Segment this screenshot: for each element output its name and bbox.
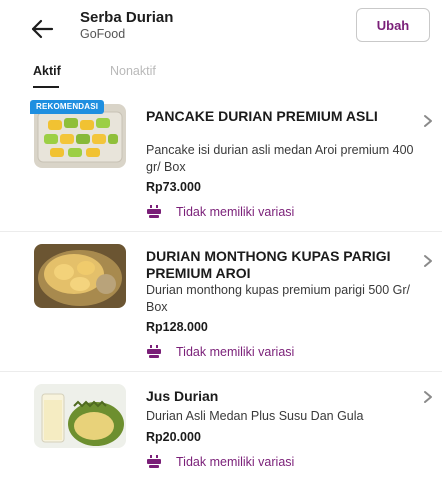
dish-icon	[147, 345, 161, 358]
active-tab-indicator	[33, 86, 59, 88]
menu-item[interactable]: REKOMENDASI PANCAKE DURIAN PREMIUM ASLI …	[0, 98, 442, 230]
product-image	[34, 244, 126, 308]
item-price: Rp20.000	[146, 430, 201, 444]
variant-info: Tidak memiliki variasi	[146, 453, 294, 471]
product-image	[34, 384, 126, 448]
item-description: Durian Asli Medan Plus Susu Dan Gula	[146, 409, 364, 423]
variant-label: Tidak memiliki variasi	[176, 345, 295, 359]
variant-info: Tidak memiliki variasi	[146, 343, 294, 361]
app-header: Serba Durian GoFood Ubah	[0, 0, 442, 52]
item-name: PANCAKE DURIAN PREMIUM ASLI	[146, 108, 378, 124]
page-subtitle: GoFood	[80, 27, 126, 41]
item-divider	[0, 371, 442, 372]
variant-label: Tidak memiliki variasi	[176, 205, 295, 219]
chevron-right-icon[interactable]	[423, 114, 433, 128]
dish-icon	[147, 205, 161, 218]
menu-item[interactable]: DURIAN MONTHONG KUPAS PARIGI PREMIUM ARO…	[0, 238, 442, 370]
dish-icon	[147, 455, 161, 468]
item-name: DURIAN MONTHONG KUPAS PARIGI PREMIUM ARO…	[146, 248, 391, 281]
chevron-right-icon[interactable]	[423, 254, 433, 268]
tab-inactive[interactable]: Nonaktif	[110, 64, 156, 78]
tab-active[interactable]: Aktif	[33, 64, 61, 78]
variant-info: Tidak memiliki variasi	[146, 203, 294, 221]
item-description: Pancake isi durian asli medan Aroi premi…	[146, 143, 414, 174]
item-divider	[0, 231, 442, 232]
item-price: Rp73.000	[146, 180, 201, 194]
status-tabs: Aktif Nonaktif	[0, 58, 442, 92]
item-price: Rp128.000	[146, 320, 208, 334]
item-name: Jus Durian	[146, 388, 219, 404]
recommended-badge: REKOMENDASI	[30, 100, 105, 114]
menu-item[interactable]: Jus Durian Durian Asli Medan Plus Susu D…	[0, 378, 442, 474]
page-title: Serba Durian	[80, 9, 174, 26]
chevron-right-icon[interactable]	[423, 390, 433, 404]
variant-label: Tidak memiliki variasi	[176, 455, 295, 469]
edit-button[interactable]: Ubah	[356, 8, 430, 42]
arrow-left-icon[interactable]	[30, 18, 54, 40]
item-description: Durian monthong kupas premium parigi 500…	[146, 283, 411, 314]
